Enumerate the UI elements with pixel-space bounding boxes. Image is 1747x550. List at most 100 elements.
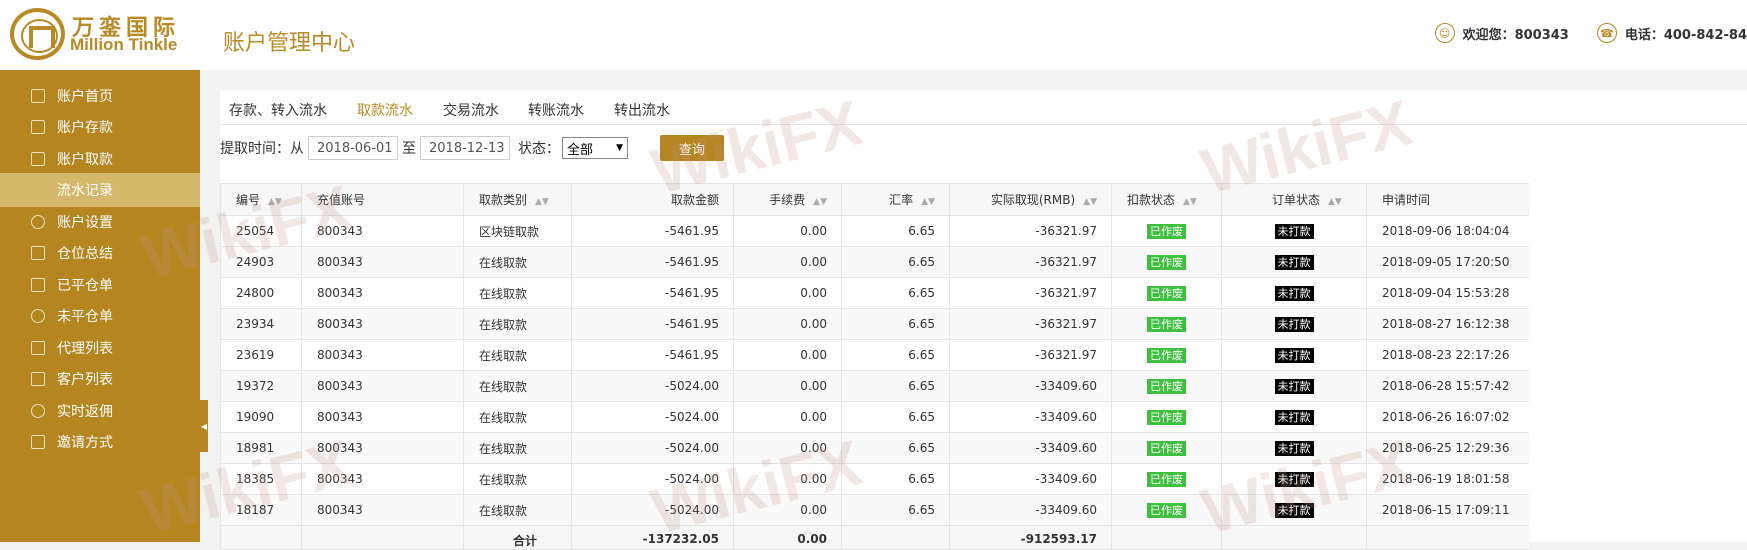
table-row: 25054 800343 区块链取款 -5461.95 0.00 6.65 -36321.9…	[220, 215, 1529, 247]
table-cell: -33409.60	[949, 432, 1112, 464]
table-cell: -5024.00	[571, 494, 734, 526]
order-status-cell: 未打款	[1221, 277, 1367, 309]
header: 万銮国际 Million Tinkle 账户管理中心 ☺ 欢迎您：800343 …	[0, 0, 1747, 70]
table-cell: 2018-09-05 17:20:50	[1366, 246, 1529, 278]
deposit-icon	[31, 120, 45, 134]
sidebar-item-deposit[interactable]: 账户存款	[0, 110, 200, 144]
status-badge: 未打款	[1274, 255, 1314, 270]
phone-icon: ☎	[1596, 23, 1617, 43]
tab-transfer-out-flow[interactable]: 转出流水	[614, 100, 670, 120]
total-cell: 0.00	[733, 525, 842, 550]
table-cell: 2018-06-26 16:07:02	[1366, 401, 1529, 433]
sidebar-item-invite[interactable]: 邀请方式	[0, 425, 200, 459]
query-button[interactable]: 查询	[660, 135, 724, 161]
table-cell: -36321.97	[949, 339, 1112, 371]
deduct-status-cell: 已作废	[1111, 277, 1222, 309]
table-cell: -5461.95	[571, 246, 734, 278]
table-cell: 6.65	[841, 401, 950, 433]
table-cell: 6.65	[841, 246, 950, 278]
rebate-icon	[31, 404, 45, 418]
sidebar-item-withdraw[interactable]: 账户取款	[0, 142, 200, 176]
deduct-status-cell: 已作废	[1111, 339, 1222, 371]
table-cell: -33409.60	[949, 463, 1112, 495]
sidebar-item-agent-list[interactable]: 代理列表	[0, 331, 200, 365]
sidebar-item-rebate[interactable]: 实时返佣	[0, 394, 200, 428]
col-header-deduct-status[interactable]: 扣款状态 ▲▼	[1111, 183, 1222, 216]
tab-transfer-flow[interactable]: 转账流水	[528, 100, 584, 120]
status-badge: 已作废	[1147, 472, 1186, 487]
date-to-input[interactable]: 2018-12-13	[420, 136, 510, 160]
status-badge: 已作废	[1147, 348, 1186, 363]
status-select[interactable]: 全部 ▼	[562, 137, 628, 159]
sidebar-item-position-summary[interactable]: 仓位总结	[0, 236, 200, 270]
col-header-rate[interactable]: 汇率 ▲▼	[841, 183, 950, 216]
tab-withdraw-flow[interactable]: 取款流水	[357, 100, 413, 120]
table-cell: 800343	[301, 370, 464, 402]
col-header-account: 充值账号	[301, 183, 464, 216]
table-cell: -33409.60	[949, 494, 1112, 526]
tab-deposit-flow[interactable]: 存款、转入流水	[229, 100, 327, 120]
table-cell: 6.65	[841, 339, 950, 371]
status-badge: 未打款	[1274, 286, 1314, 301]
table-cell: 在线取款	[463, 246, 572, 278]
col-header-type[interactable]: 取款类别 ▲▼	[463, 183, 572, 216]
sort-icon: ▲▼	[535, 197, 549, 207]
table-cell: 6.65	[841, 308, 950, 340]
status-badge: 已作废	[1147, 224, 1186, 239]
table-cell: -5461.95	[571, 308, 734, 340]
status-badge: 已作废	[1147, 503, 1186, 518]
deduct-status-cell: 已作废	[1111, 432, 1222, 464]
sort-icon: ▲▼	[1183, 197, 1197, 207]
sidebar-item-closed-orders[interactable]: 已平仓单	[0, 268, 200, 302]
sidebar-collapse-toggle[interactable]: ◀	[200, 400, 208, 452]
table-cell: -5461.95	[571, 339, 734, 371]
client-list-icon	[31, 372, 45, 386]
table-cell: 0.00	[733, 277, 842, 309]
col-header-id[interactable]: 编号 ▲▼	[220, 183, 302, 216]
status-badge: 已作废	[1147, 317, 1186, 332]
table-cell: 6.65	[841, 463, 950, 495]
col-header-order-status[interactable]: 订单状态 ▲▼	[1221, 183, 1367, 216]
sidebar-item-client-list[interactable]: 客户列表	[0, 362, 200, 396]
table-cell: 6.65	[841, 494, 950, 526]
total-cell: -137232.05	[571, 525, 734, 550]
table-cell: 在线取款	[463, 494, 572, 526]
table-cell: 800343	[301, 215, 464, 247]
sidebar-item-settings[interactable]: 账户设置	[0, 205, 200, 239]
table-cell: 2018-08-23 22:17:26	[1366, 339, 1529, 371]
col-header-fee[interactable]: 手续费 ▲▼	[733, 183, 842, 216]
table-cell: -36321.97	[949, 277, 1112, 309]
open-orders-icon	[31, 309, 45, 323]
status-badge: 未打款	[1274, 441, 1314, 456]
table-cell: 19090	[220, 401, 302, 433]
date-from-input[interactable]: 2018-06-01	[308, 136, 398, 160]
table-row: 18187 800343 在线取款 -5024.00 0.00 6.65 -33409.60…	[220, 494, 1529, 526]
table-cell: 800343	[301, 432, 464, 464]
tab-trade-flow[interactable]: 交易流水	[443, 100, 499, 120]
table-row: 19090 800343 在线取款 -5024.00 0.00 6.65 -33409.60…	[220, 401, 1529, 433]
table-cell: 0.00	[733, 370, 842, 402]
sidebar-item-home[interactable]: 账户首页	[0, 79, 200, 113]
sidebar-item-records[interactable]: 流水记录	[0, 173, 200, 207]
page-title: 账户管理中心	[223, 31, 356, 56]
order-status-cell: 未打款	[1221, 215, 1367, 247]
total-cell	[1366, 525, 1529, 550]
table-cell: 18385	[220, 463, 302, 495]
status-badge: 已作废	[1147, 379, 1186, 394]
total-cell: 合计	[463, 525, 572, 550]
table-cell: 24800	[220, 277, 302, 309]
col-header-actual[interactable]: 实际取现(RMB) ▲▼	[949, 183, 1112, 216]
sidebar-item-open-orders[interactable]: 未平仓单	[0, 299, 200, 333]
sort-icon: ▲▼	[921, 197, 935, 207]
order-status-cell: 未打款	[1221, 401, 1367, 433]
total-cell	[220, 525, 302, 550]
order-status-cell: 未打款	[1221, 463, 1367, 495]
sort-icon: ▲▼	[268, 197, 282, 207]
total-cell: -912593.17	[949, 525, 1112, 550]
table-cell: -33409.60	[949, 401, 1112, 433]
deduct-status-cell: 已作废	[1111, 370, 1222, 402]
table-cell: 0.00	[733, 494, 842, 526]
user-info: ☺ 欢迎您：800343 ☎ 电话：400-842-84	[1434, 22, 1747, 44]
table-cell: 0.00	[733, 463, 842, 495]
table-cell: 2018-06-15 17:09:11	[1366, 494, 1529, 526]
